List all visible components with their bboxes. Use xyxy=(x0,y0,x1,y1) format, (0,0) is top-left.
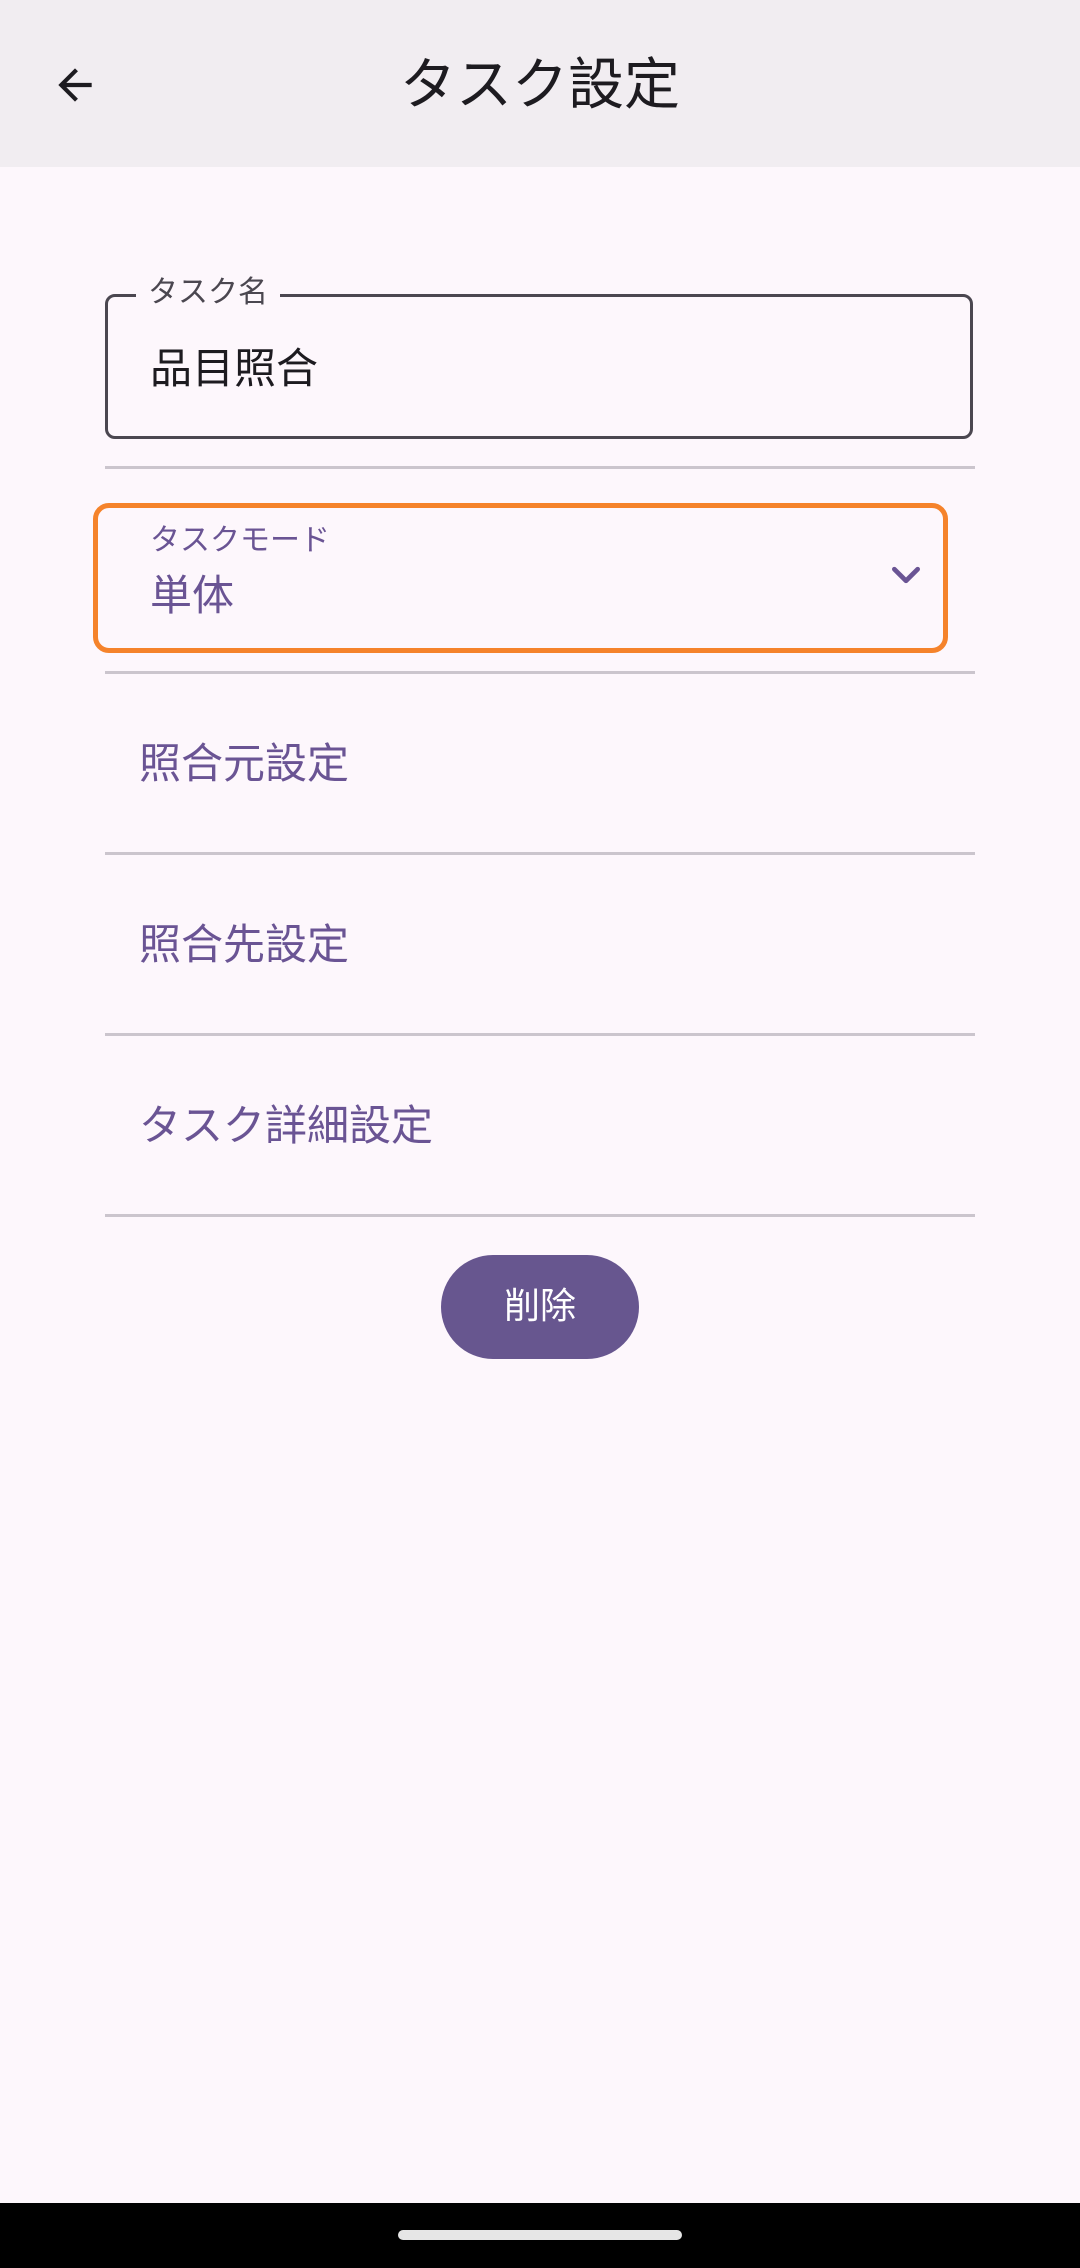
menu-item-task-detail-settings[interactable]: タスク詳細設定 xyxy=(105,1036,975,1216)
menu-item-source-settings[interactable]: 照合元設定 xyxy=(105,674,975,854)
system-navigation-bar xyxy=(0,2203,1080,2268)
task-mode-value: 単体 xyxy=(150,571,235,620)
back-button[interactable] xyxy=(35,45,115,125)
divider xyxy=(105,466,975,469)
app-bar: タスク設定 xyxy=(0,0,1080,167)
settings-content: タスク名 品目照合 タスクモード 単体 照合元設定 照合先設定 タスク詳細設定 … xyxy=(0,167,1080,2203)
divider xyxy=(105,1214,975,1217)
arrow-back-icon xyxy=(58,68,92,102)
task-mode-dropdown[interactable]: タスクモード 単体 xyxy=(93,503,948,653)
page-title: タスク設定 xyxy=(400,53,680,118)
chevron-down-icon[interactable] xyxy=(881,550,931,600)
task-name-label: タスク名 xyxy=(136,273,280,313)
menu-item-target-settings[interactable]: 照合先設定 xyxy=(105,855,975,1035)
task-name-value[interactable]: 品目照合 xyxy=(150,343,318,395)
menu-item-label: タスク詳細設定 xyxy=(139,1101,434,1150)
menu-item-label: 照合先設定 xyxy=(139,920,350,969)
home-gesture-handle[interactable] xyxy=(398,2230,682,2240)
menu-item-label: 照合元設定 xyxy=(139,739,350,788)
delete-button[interactable]: 削除 xyxy=(441,1255,639,1359)
task-mode-label: タスクモード xyxy=(150,523,330,558)
task-name-field[interactable]: タスク名 品目照合 xyxy=(105,273,973,439)
